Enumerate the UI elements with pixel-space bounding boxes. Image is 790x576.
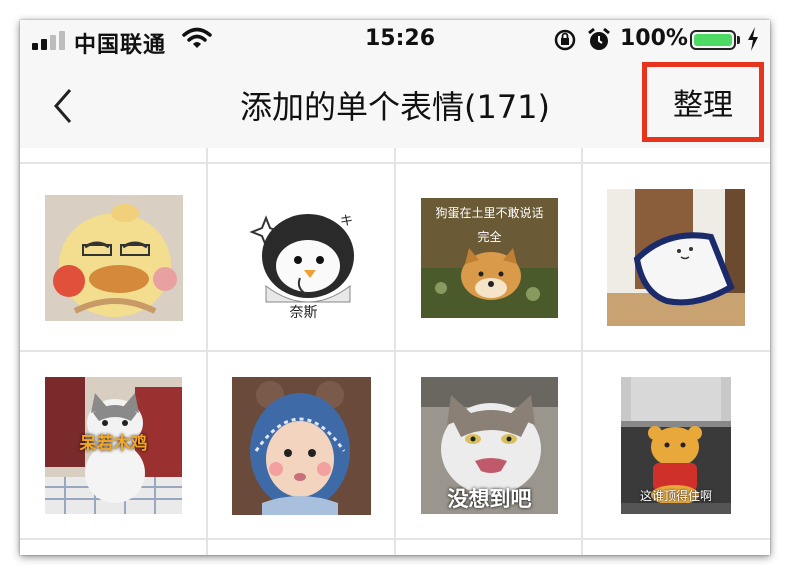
- sleeping-pillow-sticker[interactable]: [583, 164, 770, 350]
- cat-shocked-sticker[interactable]: 没想到吧: [396, 352, 583, 538]
- carrier-name: 中国联通: [74, 33, 167, 58]
- status-bar: 中国联通 15:26 100%: [20, 20, 770, 60]
- rotation-lock-icon: [554, 29, 576, 51]
- sticker-grid: 奈斯 キ 狗蛋在土里不敢说话 完全 呆若木鸡 没想到吧 这谁顶得住啊: [20, 148, 770, 555]
- grid-divider: [20, 538, 770, 540]
- baby-bonnet-sticker[interactable]: [208, 352, 395, 538]
- sticker-image: 奈斯 キ: [236, 190, 371, 330]
- penguin-sticker[interactable]: 奈斯 キ: [208, 164, 395, 350]
- sticker-image: [45, 195, 183, 321]
- charging-icon: [748, 27, 758, 51]
- signal-icon: [32, 30, 66, 50]
- sticker-subcaption: 完全: [477, 230, 502, 244]
- sticker-image: [232, 377, 371, 515]
- yellow-bird-sticker[interactable]: [20, 164, 207, 350]
- battery-icon: [690, 30, 736, 50]
- sticker-image: [607, 189, 745, 326]
- pooh-press-sticker[interactable]: 这谁顶得住啊: [583, 352, 770, 538]
- wifi-icon: [182, 27, 212, 48]
- battery-percent: 100%: [620, 26, 688, 51]
- sticker-image: 呆若木鸡: [45, 377, 182, 514]
- sticker-caption: 没想到吧: [447, 487, 532, 511]
- sticker-image: 没想到吧: [421, 377, 558, 514]
- battery-tip: [737, 36, 740, 44]
- sticker-image: 这谁顶得住啊: [621, 377, 731, 514]
- nav-bar: 添加的单个表情(171) 整理: [20, 60, 770, 148]
- clock: 15:26: [365, 26, 436, 51]
- sticker-caption: 呆若木鸡: [79, 434, 148, 454]
- organize-button[interactable]: 整理: [642, 62, 764, 142]
- cat-staring-sticker[interactable]: 呆若木鸡: [20, 352, 207, 538]
- phone-screen: 中国联通 15:26 100% 添加的单个表情(171) 整理 奈斯 キ 狗蛋在…: [20, 20, 770, 555]
- alarm-icon: [588, 27, 610, 50]
- sticker-image: 狗蛋在土里不敢说话 完全: [421, 198, 558, 318]
- sticker-mark: キ: [340, 214, 354, 229]
- sticker-caption: 这谁顶得住啊: [639, 489, 712, 503]
- sticker-caption: 狗蛋在土里不敢说话: [435, 206, 544, 220]
- sticker-caption: 奈斯: [289, 305, 318, 321]
- shiba-sticker[interactable]: 狗蛋在土里不敢说话 完全: [396, 164, 583, 350]
